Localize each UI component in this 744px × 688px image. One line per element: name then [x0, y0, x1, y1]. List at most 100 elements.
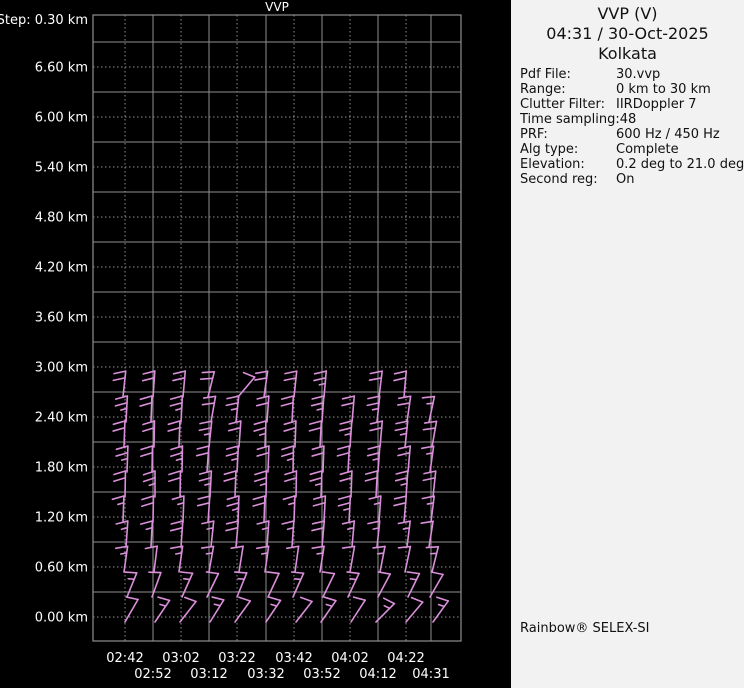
info-field-label: Alg type: — [520, 142, 579, 157]
wind-barb — [375, 597, 396, 623]
wind-barb — [280, 395, 295, 423]
wind-barb — [320, 596, 337, 623]
info-field-row: Clutter Filter: IIRDoppler 7 — [520, 97, 742, 112]
info-field-value: 0 km to 30 km — [616, 82, 711, 97]
wind-barb — [237, 371, 256, 398]
wind-barb — [227, 420, 242, 448]
wind-barb — [425, 545, 440, 573]
step-label: Step: 0.30 km — [0, 13, 88, 28]
info-field-value: 600 Hz / 450 Hz — [616, 127, 720, 142]
info-field-row: Elevation: 0.2 deg to 21.0 deg — [520, 157, 744, 172]
x-axis-label: 02:52 — [134, 667, 171, 682]
y-axis-label: 5.40 km — [35, 161, 88, 176]
info-field-value: Complete — [616, 142, 679, 157]
x-axis-label: 03:02 — [162, 651, 199, 666]
x-axis-label: 04:02 — [331, 651, 368, 666]
y-axis-label: 0.00 km — [35, 611, 88, 626]
info-field-row: Alg type: Complete — [520, 142, 742, 157]
wind-barb — [253, 420, 267, 448]
wind-barb — [397, 545, 412, 573]
info-panel: VVP (V) 04:31 / 30-Oct-2025 Kolkata Pdf … — [511, 0, 744, 688]
wind-barb — [179, 571, 194, 598]
info-field-label: Time sampling: — [520, 112, 620, 127]
wind-barb — [199, 370, 216, 398]
wind-barb — [336, 445, 351, 473]
wind-barb — [223, 470, 237, 498]
wind-barb — [309, 470, 323, 498]
wind-barb — [341, 395, 356, 423]
wind-barb — [308, 420, 323, 448]
wind-barb — [394, 470, 409, 498]
y-axis-label: 6.60 km — [35, 61, 88, 76]
wind-barb — [115, 445, 129, 473]
wind-barb — [195, 445, 210, 473]
wind-barb — [114, 395, 129, 423]
vvp-chart: VVP Step: 0.30 km 6.60 km 6.00 km 5.40 km 4.8… — [0, 0, 462, 682]
info-field-row: Pdf File: 30.vvp — [520, 67, 742, 82]
x-axis-label: 04:31 — [412, 667, 449, 682]
wind-barb — [200, 545, 215, 573]
wind-barb — [167, 420, 181, 448]
panel-header: VVP (V) 04:31 / 30-Oct-2025 Kolkata — [511, 0, 744, 64]
wind-barb — [283, 370, 298, 398]
y-axis-label: 2.40 km — [35, 411, 88, 426]
wind-barb — [139, 395, 153, 423]
y-axis-label: 1.20 km — [35, 511, 88, 526]
y-axis-label: 6.00 km — [35, 111, 88, 126]
x-axis-label: 02:42 — [106, 651, 143, 666]
wind-barb — [113, 470, 127, 498]
info-field-label: Clutter Filter: — [520, 97, 605, 112]
info-field-label: Range: — [520, 82, 566, 97]
wind-barb — [115, 545, 129, 573]
wind-barb — [377, 571, 392, 598]
wind-barb — [312, 495, 327, 523]
wind-barb — [295, 596, 313, 623]
vvp-window: VVP Step: 0.30 km 6.60 km 6.00 km 5.40 km 4.8… — [0, 0, 744, 688]
x-axis-label: 03:22 — [218, 651, 255, 666]
panel-datetime: 04:31 / 30-Oct-2025 — [546, 24, 709, 43]
wind-barb — [148, 571, 162, 598]
wind-barb — [405, 596, 424, 623]
wind-barb — [368, 370, 383, 398]
wind-barb — [171, 495, 185, 523]
brand-footer: Rainbow® SELEX-SI — [520, 621, 650, 636]
wind-barb — [201, 520, 215, 548]
wind-barb — [225, 520, 240, 548]
wind-barb — [111, 495, 125, 523]
wind-barb — [254, 470, 268, 498]
info-field-row: Range: 0 km to 30 km — [520, 82, 742, 97]
wind-barb — [255, 395, 270, 423]
wind-barb — [364, 470, 379, 498]
wind-barb — [141, 495, 155, 523]
wind-barb — [372, 545, 386, 573]
panel-title: VVP (V) — [597, 4, 658, 23]
wind-barb — [397, 445, 412, 473]
info-field-value: IIRDoppler 7 — [616, 97, 697, 112]
wind-barb — [369, 420, 384, 448]
wind-barb — [256, 445, 270, 473]
wind-barb — [422, 420, 438, 448]
wind-barb — [290, 571, 305, 598]
x-axis-label: 04:22 — [387, 651, 424, 666]
wind-barb — [350, 596, 366, 623]
info-field-label: PRF: — [520, 127, 548, 142]
wind-barb — [198, 420, 213, 448]
wind-barb — [397, 520, 411, 548]
wind-barb — [112, 420, 126, 448]
wind-barb — [169, 520, 184, 548]
panel-site: Kolkata — [598, 44, 657, 63]
wind-barb — [313, 370, 328, 398]
wind-barb — [198, 470, 213, 498]
wind-barb — [234, 596, 252, 623]
wind-barb — [154, 596, 171, 623]
x-axis-label: 03:12 — [190, 667, 227, 682]
wind-barb — [140, 445, 154, 473]
info-fields: Pdf File: 30.vvp Range: 0 km to 30 km Clutte… — [520, 67, 744, 187]
info-field-row: Time sampling: 48 — [520, 112, 742, 127]
wind-barb — [225, 445, 240, 473]
wind-barb — [393, 370, 408, 398]
wind-barb — [265, 596, 282, 623]
wind-barb — [205, 571, 220, 598]
y-axis-label: 4.80 km — [35, 211, 88, 226]
wind-barb — [421, 495, 435, 523]
